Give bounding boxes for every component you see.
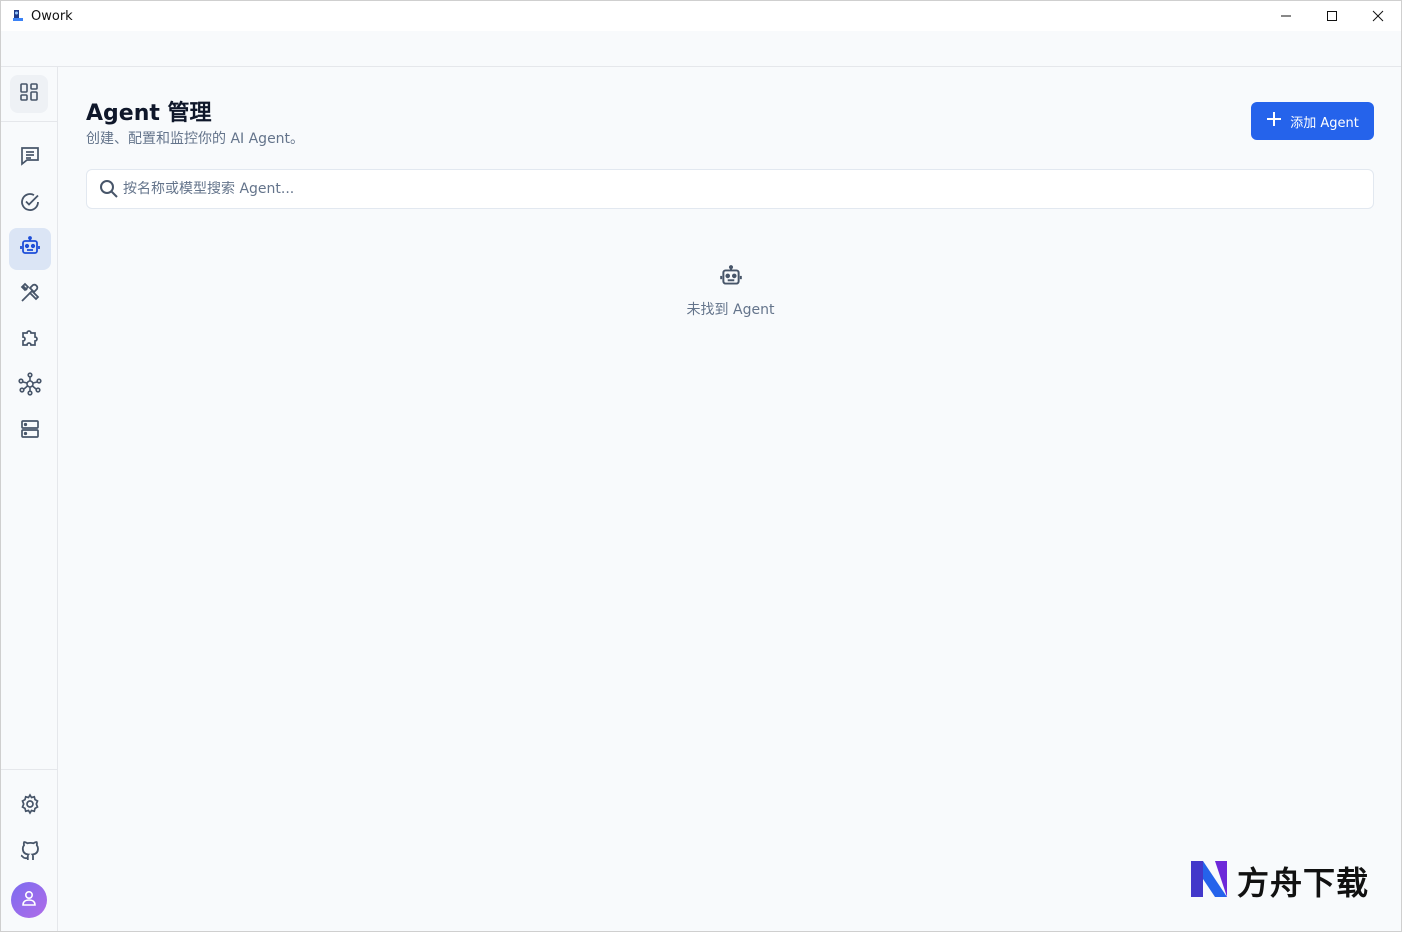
watermark-logo-icon xyxy=(1189,859,1229,903)
empty-state-text: 未找到 Agent xyxy=(686,302,775,318)
plus-icon xyxy=(1266,111,1282,131)
sidebar-item-tasks[interactable] xyxy=(9,183,51,225)
watermark: 方舟下载 xyxy=(1189,858,1369,904)
sidebar-item-agents[interactable] xyxy=(9,228,51,270)
minimize-button[interactable] xyxy=(1263,1,1309,31)
search-icon xyxy=(99,179,119,199)
sidebar-footer xyxy=(1,769,57,931)
sidebar xyxy=(1,67,58,931)
grid-icon xyxy=(19,82,39,106)
sidebar-item-network[interactable] xyxy=(9,365,51,407)
sidebar-item-tools[interactable] xyxy=(9,274,51,316)
app-window: Owork Agent 管理 创建、配置和监控你的 AI Agent。 添加 A… xyxy=(0,0,1402,932)
title-bar: Owork xyxy=(1,1,1401,31)
top-toolbar xyxy=(1,31,1401,67)
add-agent-button[interactable]: 添加 Agent xyxy=(1251,102,1374,140)
add-agent-label: 添加 Agent xyxy=(1290,115,1359,131)
window-controls xyxy=(1263,1,1401,31)
main-content: Agent 管理 创建、配置和监控你的 AI Agent。 添加 Agent 未… xyxy=(58,67,1401,931)
sidebar-item-plugins[interactable] xyxy=(9,319,51,361)
sidebar-item-github[interactable] xyxy=(9,831,51,873)
sidebar-item-settings[interactable] xyxy=(9,785,51,827)
search-input[interactable] xyxy=(123,181,1323,197)
maximize-button[interactable] xyxy=(1309,1,1355,31)
robot-icon xyxy=(719,265,743,293)
search-bar xyxy=(86,169,1374,209)
sidebar-item-servers[interactable] xyxy=(9,410,51,452)
empty-state: 未找到 Agent xyxy=(58,265,1401,319)
avatar[interactable] xyxy=(11,882,47,918)
user-icon xyxy=(20,889,38,911)
github-icon xyxy=(19,839,41,865)
window-title: Owork xyxy=(31,8,73,24)
app-logo-icon xyxy=(11,9,25,23)
wrench-icon xyxy=(19,282,41,308)
robot-icon xyxy=(19,236,41,262)
puzzle-icon xyxy=(19,327,41,353)
network-icon xyxy=(18,372,42,400)
check-circle-icon xyxy=(19,191,41,217)
page-subtitle: 创建、配置和监控你的 AI Agent。 xyxy=(86,131,305,147)
message-icon xyxy=(19,145,41,171)
close-button[interactable] xyxy=(1355,1,1401,31)
sidebar-item-dashboard[interactable] xyxy=(10,75,48,113)
sidebar-item-chat[interactable] xyxy=(9,137,51,179)
page-title: Agent 管理 xyxy=(86,101,212,126)
server-icon xyxy=(19,418,41,444)
gear-icon xyxy=(19,793,41,819)
watermark-text: 方舟下载 xyxy=(1237,864,1370,902)
sidebar-header xyxy=(1,67,57,122)
